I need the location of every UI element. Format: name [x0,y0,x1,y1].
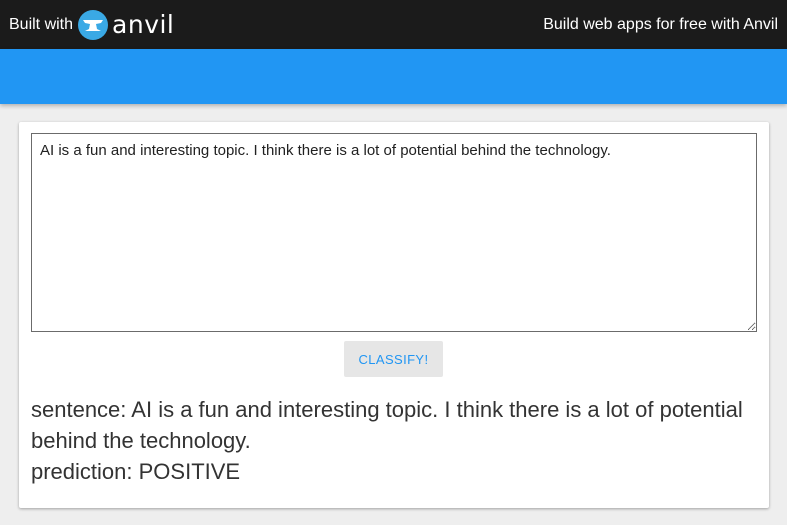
anvil-wordmark: anvil [112,10,175,39]
prediction-result: prediction: POSITIVE [31,459,241,484]
sentence-result: sentence: AI is a fun and interesting to… [31,397,743,453]
anvil-banner: Built with anvil Build web apps for free… [0,0,787,49]
main-card: AI is a fun and interesting topic. I thi… [19,122,769,508]
built-with-anvil-link[interactable]: Built with anvil [9,0,174,49]
sentence-input[interactable]: AI is a fun and interesting topic. I thi… [31,133,757,332]
built-with-label: Built with [9,15,74,33]
app-header-bar [0,49,787,104]
build-web-apps-link[interactable]: Build web apps for free with Anvil [543,0,778,49]
result-output: sentence: AI is a fun and interesting to… [31,394,751,487]
anvil-logo-icon [77,9,109,41]
classify-button[interactable]: CLASSIFY! [344,341,443,377]
